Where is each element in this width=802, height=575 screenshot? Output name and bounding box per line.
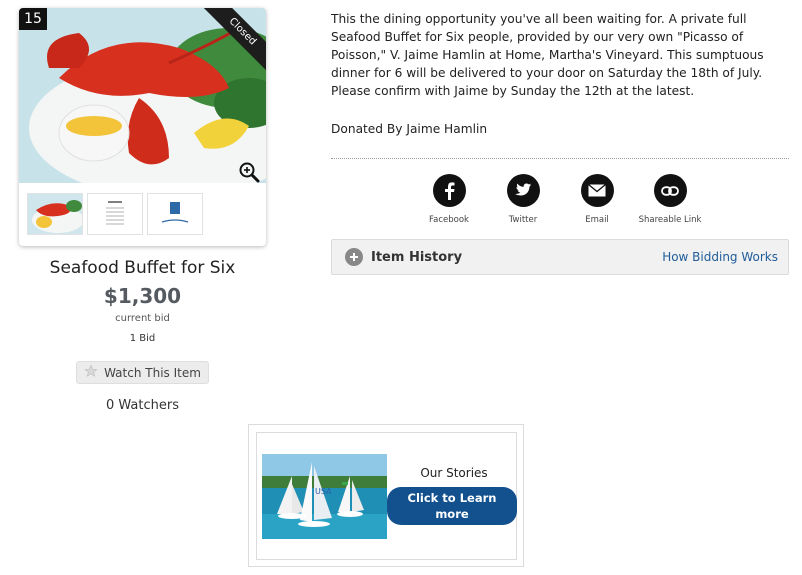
share-facebook-label: Facebook bbox=[429, 215, 469, 225]
current-bid-caption: current bid bbox=[115, 313, 170, 324]
item-history-toggle[interactable]: Item History bbox=[371, 250, 462, 265]
current-bid-amount: $1,300 bbox=[103, 284, 182, 308]
learn-more-button[interactable]: Click to Learn more bbox=[387, 487, 517, 525]
promo-box: USA Our Stories Click to Learn more bbox=[248, 424, 524, 567]
share-twitter[interactable]: Twitter bbox=[483, 174, 563, 225]
share-twitter-label: Twitter bbox=[508, 215, 538, 225]
share-facebook[interactable]: Facebook bbox=[409, 174, 489, 225]
share-email[interactable]: Email bbox=[557, 174, 637, 225]
lot-number-badge: 15 bbox=[19, 8, 47, 30]
share-link-label: Shareable Link bbox=[638, 215, 702, 225]
facebook-icon[interactable] bbox=[432, 174, 466, 207]
how-bidding-works-link[interactable]: How Bidding Works bbox=[662, 250, 778, 264]
item-card: 15 Closed bbox=[19, 8, 266, 246]
share-email-label: Email bbox=[585, 215, 609, 225]
twitter-icon[interactable] bbox=[506, 174, 540, 207]
thumbnail-logo-card[interactable] bbox=[147, 193, 203, 235]
thumbnail-menu[interactable] bbox=[87, 193, 143, 235]
thumbnail-strip bbox=[19, 193, 266, 241]
expand-plus-icon[interactable] bbox=[345, 248, 363, 266]
promo-title: Our Stories bbox=[420, 466, 488, 480]
status-ribbon: Closed bbox=[204, 8, 266, 70]
thumbnail-lobster[interactable] bbox=[27, 193, 83, 235]
link-icon[interactable] bbox=[653, 174, 687, 207]
envelope-icon[interactable] bbox=[580, 174, 614, 207]
divider bbox=[331, 158, 789, 159]
bid-count: 1 Bid bbox=[129, 333, 156, 344]
svg-text:USA: USA bbox=[315, 487, 332, 496]
item-title: Seafood Buffet for Six bbox=[49, 258, 236, 278]
promo-inner: USA Our Stories Click to Learn more bbox=[256, 432, 517, 560]
sailboats-photo: USA bbox=[262, 454, 387, 539]
star-icon bbox=[84, 364, 98, 381]
watch-item-button[interactable]: Watch This Item bbox=[76, 361, 209, 384]
watch-item-label: Watch This Item bbox=[104, 365, 201, 380]
main-item-photo[interactable]: 15 Closed bbox=[19, 8, 266, 183]
item-description: This the dining opportunity you've all b… bbox=[331, 12, 764, 98]
watcher-count: 0 Watchers bbox=[106, 398, 179, 413]
donor-line: Donated By Jaime Hamlin bbox=[331, 122, 488, 136]
item-history-bar: Item History How Bidding Works bbox=[331, 239, 789, 275]
share-link[interactable]: Shareable Link bbox=[630, 174, 710, 225]
status-ribbon-label: Closed bbox=[204, 8, 266, 70]
zoom-in-icon[interactable] bbox=[238, 161, 260, 183]
